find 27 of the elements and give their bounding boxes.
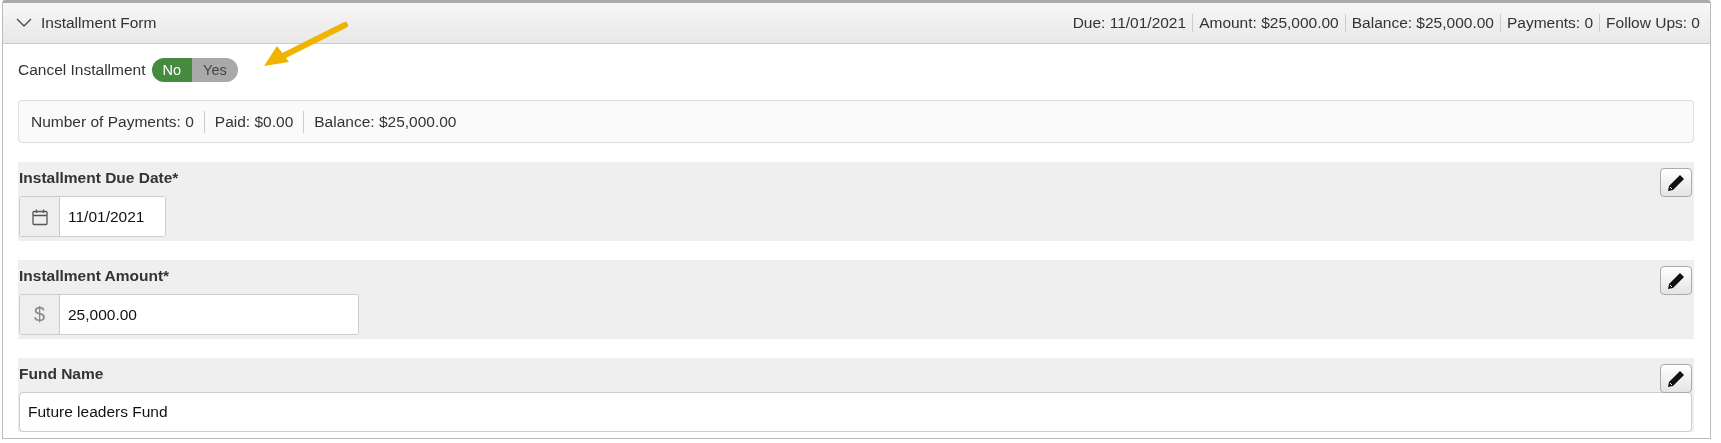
edit-button[interactable] (1660, 364, 1692, 393)
amount-field[interactable]: $ 25,000.00 (19, 294, 359, 335)
summary-item: Follow Ups: 0 (1599, 14, 1700, 32)
pencil-icon (1666, 172, 1686, 193)
summary-item: Due: 11/01/2021 (1071, 14, 1188, 32)
summary-item: Payments: 0 (1499, 14, 1600, 32)
edit-button[interactable] (1660, 168, 1692, 197)
panel-header[interactable]: Installment Form Due: 11/01/2021 Amount: $25,000.00 Balance: $25,000.00 Payments: 0 Follow Ups: 0 (3, 3, 1710, 44)
summary-item: Balance: $25,000.00 (1344, 14, 1500, 32)
field-label: Fund Name (19, 364, 104, 383)
summary-item: Amount: $25,000.00 (1192, 14, 1345, 32)
totals-item: Number of Payments: 0 (30, 111, 195, 132)
pencil-icon (1666, 270, 1686, 291)
toggle-option[interactable]: Yes (192, 58, 238, 82)
currency-symbol: $ (20, 295, 60, 334)
totals-item: Paid: $0.00 (203, 110, 304, 133)
pencil-icon (1666, 368, 1686, 389)
panel-title: Installment Form (41, 14, 158, 32)
edit-button[interactable] (1660, 266, 1692, 295)
calendar-icon (30, 207, 49, 226)
totals-item: Balance: $25,000.00 (303, 110, 467, 133)
field-label: Cancel Installment (18, 61, 146, 79)
field-label: Installment Due Date* (19, 168, 179, 187)
field-label: Installment Amount* (19, 266, 170, 285)
text-field[interactable]: Future leaders Fund (19, 392, 1692, 432)
toggle-option[interactable]: No (151, 58, 193, 82)
date-field[interactable]: 11/01/2021 (19, 196, 166, 237)
